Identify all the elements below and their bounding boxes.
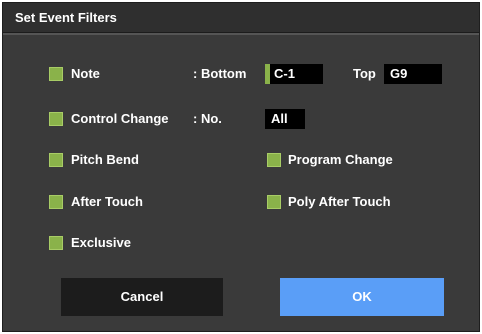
dialog-titlebar: Set Event Filters xyxy=(3,3,479,33)
exclusive-checkbox[interactable] xyxy=(49,236,63,250)
cc-number-field[interactable]: All xyxy=(265,109,305,129)
pitch-bend-checkbox[interactable] xyxy=(49,153,63,167)
control-change-checkbox[interactable] xyxy=(49,112,63,126)
bottom-note-field[interactable]: C-1 xyxy=(265,64,323,84)
program-change-label: Program Change xyxy=(288,152,393,167)
top-note-field[interactable]: G9 xyxy=(384,64,442,84)
cc-number-label: : No. xyxy=(193,111,222,126)
title-divider xyxy=(3,33,479,35)
bottom-label: : Bottom xyxy=(193,66,247,81)
after-touch-label: After Touch xyxy=(71,194,143,209)
program-change-checkbox[interactable] xyxy=(267,153,281,167)
after-touch-checkbox[interactable] xyxy=(49,195,63,209)
dialog-title: Set Event Filters xyxy=(15,10,117,25)
note-label: Note xyxy=(71,66,100,81)
note-checkbox[interactable] xyxy=(49,67,63,81)
control-change-label: Control Change xyxy=(71,111,169,126)
poly-after-touch-checkbox[interactable] xyxy=(267,195,281,209)
ok-button[interactable]: OK xyxy=(280,278,444,316)
top-label: Top xyxy=(353,66,376,81)
cancel-button[interactable]: Cancel xyxy=(61,278,223,316)
poly-after-touch-label: Poly After Touch xyxy=(288,194,391,209)
pitch-bend-label: Pitch Bend xyxy=(71,152,139,167)
set-event-filters-dialog: Set Event Filters Note : Bottom C-1 Top … xyxy=(2,2,480,332)
exclusive-label: Exclusive xyxy=(71,235,131,250)
